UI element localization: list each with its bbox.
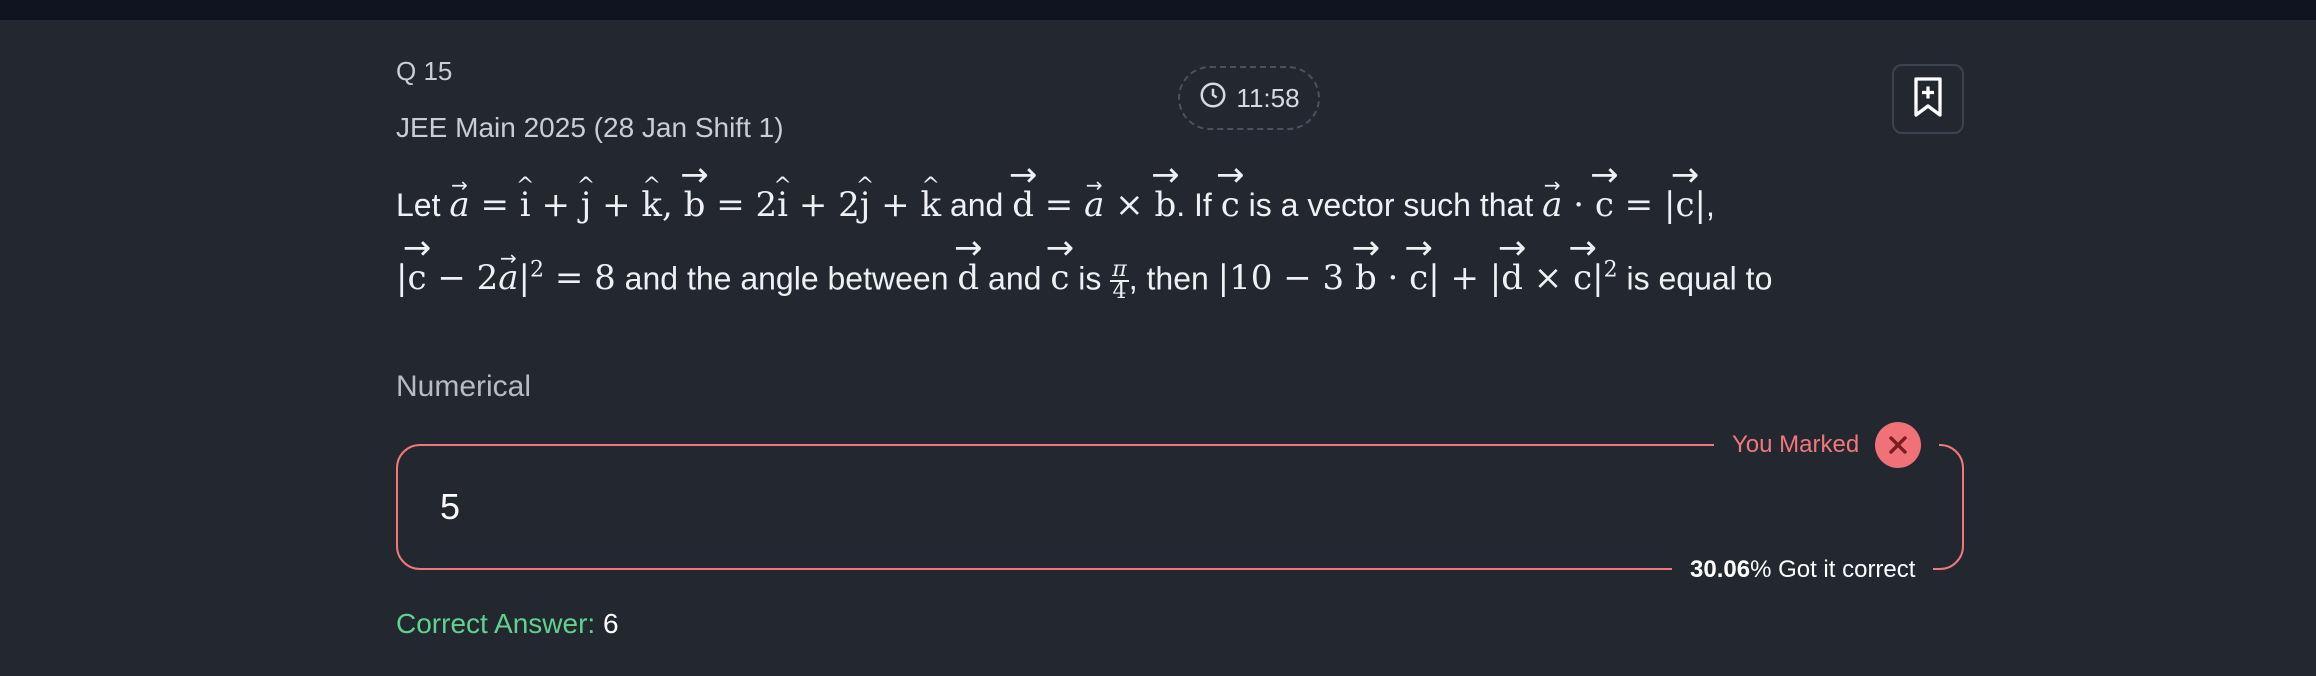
bookmark-button[interactable] bbox=[1892, 64, 1964, 134]
close-icon bbox=[1875, 422, 1922, 468]
correct-answer: Correct Answer: 6 bbox=[396, 608, 619, 640]
bookmark-add-icon bbox=[1910, 76, 1946, 123]
question-number: Q 15 bbox=[396, 56, 453, 86]
you-marked-badge: You Marked bbox=[1714, 422, 1940, 468]
timer-value: 11:58 bbox=[1236, 82, 1300, 113]
correct-answer-label: Correct Answer: bbox=[396, 608, 596, 639]
you-marked-label: You Marked bbox=[1732, 431, 1860, 458]
top-bar bbox=[0, 0, 2316, 20]
percent-value: 30.06 bbox=[1690, 556, 1751, 583]
correct-percentage: 30.06% Got it correct bbox=[1672, 556, 1934, 584]
marked-answer-value: 5 bbox=[440, 486, 461, 527]
correct-answer-value: 6 bbox=[602, 608, 619, 639]
timer: 11:58 bbox=[1178, 66, 1320, 130]
exam-name: JEE Main 2025 (28 Jan Shift 1) bbox=[396, 112, 784, 143]
question-text: Let a = i + j + k, b = 2i + 2j + k and d… bbox=[396, 172, 1976, 311]
question-type: Numerical bbox=[396, 370, 532, 403]
percent-suffix: % Got it correct bbox=[1750, 556, 1916, 583]
clock-icon bbox=[1198, 80, 1228, 117]
